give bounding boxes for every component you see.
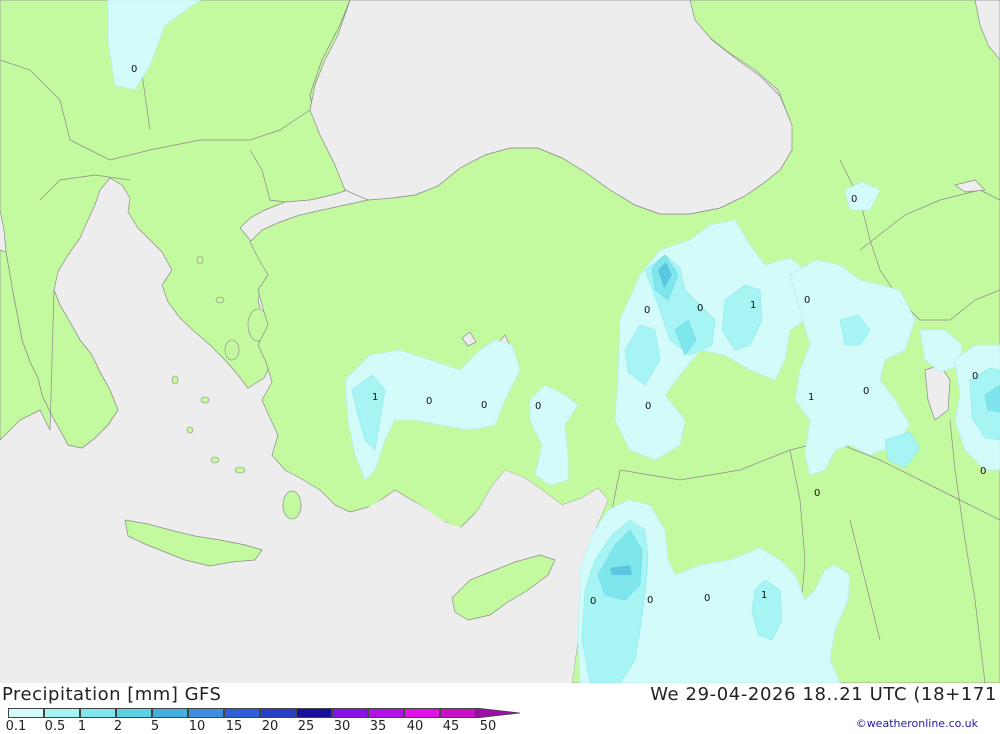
legend-swatch [260, 708, 296, 718]
map-value: 0 [851, 194, 857, 205]
run-time-label: We 29-04-2026 18..21 UTC (18+171 [650, 684, 997, 705]
legend-swatch [296, 708, 332, 718]
legend-swatch [152, 708, 188, 718]
legend-label: 45 [442, 719, 460, 734]
legend-label: 10 [188, 719, 206, 734]
map-value: 0 [481, 400, 487, 411]
copyright-link[interactable]: ©weatheronline.co.uk [856, 717, 978, 730]
legend-label: 50 [479, 719, 497, 734]
map-value: 0 [590, 596, 596, 607]
legend-swatch [116, 708, 152, 718]
legend-label: 1 [77, 719, 87, 734]
legend-swatch [44, 708, 80, 718]
legend-swatch [80, 708, 116, 718]
map-value: 0 [644, 305, 650, 316]
map-value: 0 [704, 593, 710, 604]
map-value: 0 [535, 401, 541, 412]
map-value: 1 [808, 392, 814, 403]
legend-label: 40 [406, 719, 424, 734]
map-value: 0 [697, 303, 703, 314]
map-value: 0 [426, 396, 432, 407]
map-value: 0 [863, 386, 869, 397]
map-value: 0 [645, 401, 651, 412]
map-value: 0 [647, 595, 653, 606]
legend-label: 2 [113, 719, 123, 734]
map-value: 0 [814, 488, 820, 499]
legend-arrow [476, 708, 520, 718]
chart-title: Precipitation [mm] GFS [2, 684, 222, 705]
legend-label: 20 [261, 719, 279, 734]
map-value: 1 [372, 392, 378, 403]
precipitation-map: 0 0 0 1 0 1 0 0 0 0 0 1 0 0 0 0 0 0 0 1 [0, 0, 1000, 684]
legend-swatch [188, 708, 224, 718]
map-value: 0 [972, 371, 978, 382]
legend-label: 35 [369, 719, 387, 734]
legend-swatch [224, 708, 260, 718]
legend-label: 5 [150, 719, 160, 734]
legend-label: 30 [333, 719, 351, 734]
map-value: 0 [131, 64, 137, 75]
map-value: 1 [761, 590, 767, 601]
legend-label: 15 [225, 719, 243, 734]
map-value: 1 [750, 300, 756, 311]
map-value: 0 [804, 295, 810, 306]
legend-swatch [368, 708, 404, 718]
legend-label: 0.5 [44, 719, 66, 734]
legend-swatch [332, 708, 368, 718]
legend-swatch [440, 708, 476, 718]
legend-swatch [404, 708, 440, 718]
legend-label: 0.1 [5, 719, 27, 734]
legend-swatch [8, 708, 44, 718]
legend-label: 25 [297, 719, 315, 734]
map-value: 0 [980, 466, 986, 477]
